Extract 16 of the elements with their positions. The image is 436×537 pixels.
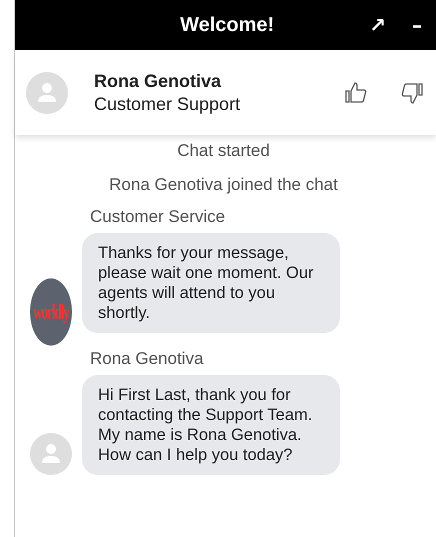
message-bubble: Thanks for your message, please wait one moment. Our agents will attend to you shortly.	[82, 233, 340, 333]
agent-name: Rona Genotiva	[94, 70, 222, 92]
company-logo: worldly	[30, 278, 72, 346]
thumbs-down-icon[interactable]	[400, 80, 424, 104]
system-message: Chat started	[176, 141, 271, 161]
sender-name: Customer Service	[90, 207, 226, 227]
avatar-icon	[26, 72, 68, 114]
expand-button[interactable]: ↗	[363, 13, 392, 37]
sender-name: Rona Genotiva	[90, 349, 204, 369]
window-title: Welcome!	[179, 14, 276, 36]
system-message: Rona Genotiva joined the chat	[108, 175, 339, 195]
thumbs-up-icon[interactable]	[344, 80, 368, 104]
avatar-icon	[30, 433, 72, 475]
agent-role: Customer Support	[94, 94, 242, 114]
minimize-button[interactable]: –	[406, 13, 428, 37]
message-bubble: Hi First Last, thank you for contacting the Support Team. My name is Rona Genotiva. How can I help you today?	[82, 375, 340, 475]
